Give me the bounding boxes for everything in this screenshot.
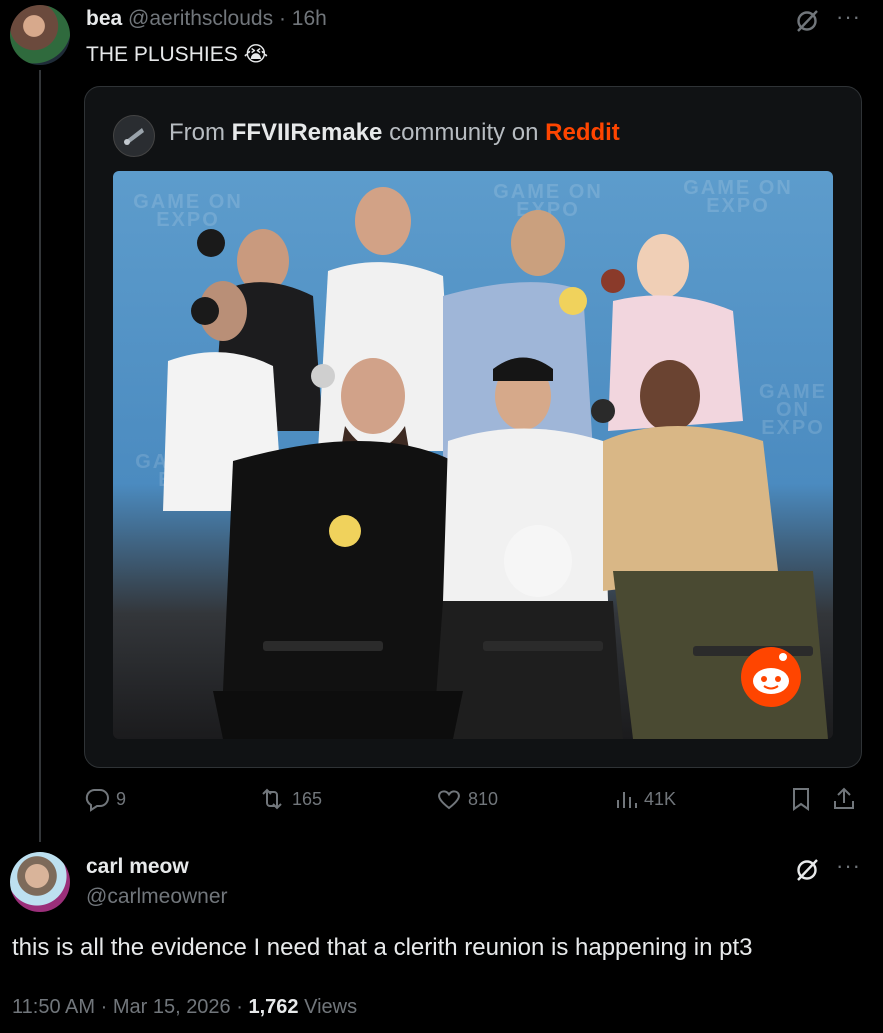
crying-emoji-icon: 😭 bbox=[243, 43, 269, 66]
avatar[interactable] bbox=[10, 852, 70, 912]
avatar[interactable] bbox=[10, 5, 70, 65]
thread-line bbox=[39, 70, 41, 842]
meta-separator: · bbox=[236, 996, 243, 1018]
reply-meta: 11:50 AM · Mar 15, 2026 · 1,762 Views bbox=[12, 996, 357, 1019]
reply-text: this is all the evidence I need that a c… bbox=[12, 934, 753, 961]
reply-views-label: Views bbox=[304, 996, 358, 1018]
bar-chart-icon bbox=[617, 792, 637, 808]
meta-separator: · bbox=[100, 996, 108, 1018]
tweet-time[interactable]: · 16h bbox=[279, 7, 327, 30]
heart-icon bbox=[438, 790, 460, 810]
reply-button[interactable]: 9 bbox=[84, 786, 126, 812]
post-photo[interactable]: GAME ON EXPO GAME ON EXPO GAME ON EXPO G… bbox=[113, 171, 833, 739]
share-icon bbox=[834, 787, 854, 809]
tweet-text-content: THE PLUSHIES bbox=[86, 43, 238, 66]
reply-icon bbox=[85, 789, 109, 812]
like-button[interactable]: 810 bbox=[436, 786, 498, 812]
card-source-line: From FFVIIRemake community on Reddit bbox=[169, 119, 620, 147]
reply-count: 9 bbox=[116, 788, 127, 809]
community-name[interactable]: FFVIIRemake bbox=[232, 119, 383, 146]
reply-time[interactable]: 11:50 AM bbox=[12, 996, 95, 1018]
views-count: 41K bbox=[644, 788, 677, 809]
retweet-button[interactable]: 165 bbox=[258, 786, 322, 812]
reddit-logo-icon bbox=[737, 641, 805, 714]
reddit-brand[interactable]: Reddit bbox=[545, 119, 620, 146]
like-count: 810 bbox=[468, 788, 499, 809]
share-button[interactable] bbox=[832, 786, 856, 812]
grok-icon[interactable] bbox=[794, 8, 820, 39]
tweet-action-bar: 9 165 810 41K bbox=[84, 786, 864, 816]
community-icon bbox=[113, 115, 155, 157]
more-dots-icon[interactable]: ··· bbox=[836, 853, 861, 879]
more-dots-icon[interactable]: ··· bbox=[836, 4, 861, 30]
retweet-count: 165 bbox=[292, 788, 323, 809]
author-handle[interactable]: @aerithsclouds bbox=[128, 7, 273, 30]
bookmark-icon bbox=[793, 788, 809, 811]
tweet-header: bea @aerithsclouds · 16h bbox=[86, 7, 327, 31]
tweet-text: THE PLUSHIES 😭 bbox=[86, 42, 268, 67]
reply-date[interactable]: Mar 15, 2026 bbox=[113, 996, 231, 1018]
reply-views-count: 1,762 bbox=[248, 996, 299, 1018]
author-name[interactable]: bea bbox=[86, 7, 122, 30]
bookmark-button[interactable] bbox=[790, 786, 812, 812]
views-button[interactable]: 41K bbox=[614, 786, 676, 812]
reply-author-name[interactable]: carl meow bbox=[86, 855, 189, 879]
card-prefix: From bbox=[169, 119, 225, 146]
group-photo-illustration bbox=[163, 187, 828, 739]
card-middle-text: community on bbox=[389, 119, 539, 146]
reddit-embed-card[interactable]: From FFVIIRemake community on Reddit GAM… bbox=[84, 86, 862, 768]
retweet-icon bbox=[262, 788, 282, 810]
grok-icon[interactable] bbox=[794, 857, 820, 888]
reply-author-handle[interactable]: @carlmeowner bbox=[86, 885, 228, 909]
